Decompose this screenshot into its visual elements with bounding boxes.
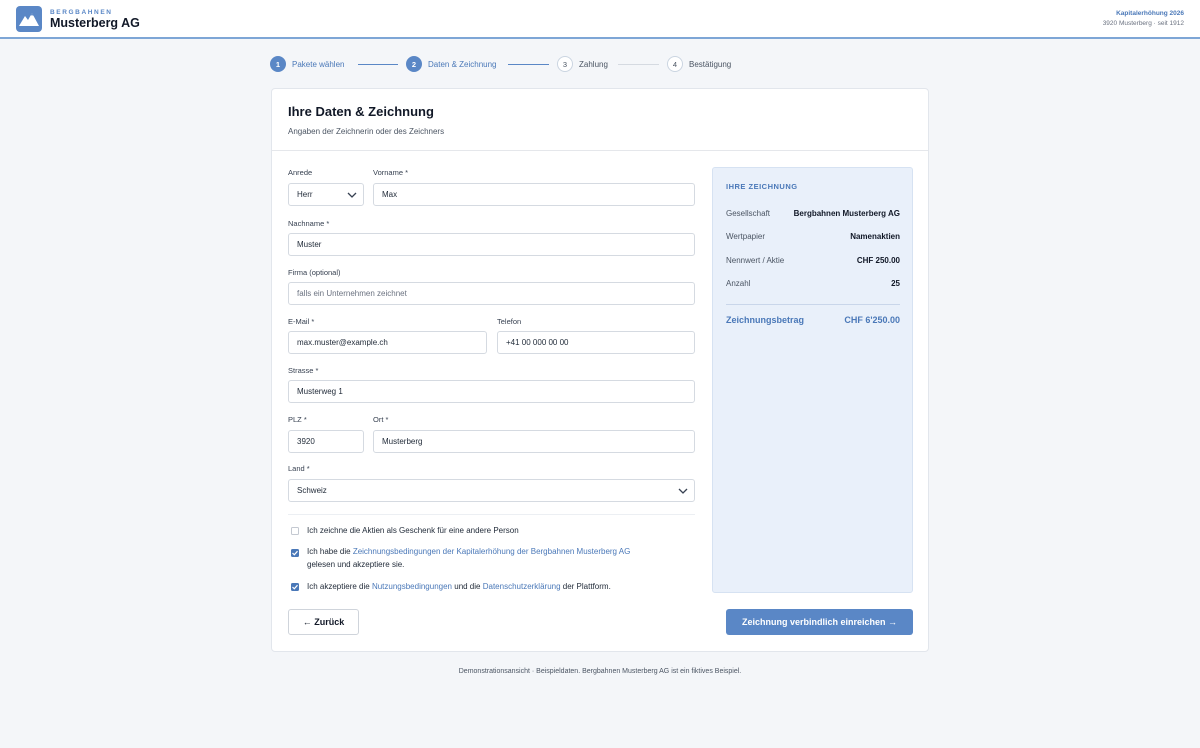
footer-note: Demonstrationsansicht · Beispieldaten. B… — [458, 668, 742, 675]
mountain-logo-icon[interactable] — [16, 6, 42, 32]
summary-value: CHF 250.00 — [856, 256, 900, 265]
privacy-checkbox-label: Ich akzeptiere die Nutzungsbedingungen u… — [307, 581, 697, 594]
step-label: Pakete wählen — [292, 59, 345, 69]
summary-title: IHRE ZEICHNUNG — [726, 182, 798, 191]
campaign-title: Kapitalerhöhung 2026 — [1116, 10, 1184, 17]
privacy-text-post: der Plattform. — [560, 582, 611, 591]
privacy-text-mid: und die — [452, 582, 483, 591]
step-label: Zahlung — [579, 59, 608, 69]
privacy-checkbox[interactable] — [291, 583, 299, 591]
summary-key: Wertpapier — [726, 232, 765, 241]
summary-value: Bergbahnen Musterberg AG — [793, 209, 900, 218]
step-label: Bestätigung — [689, 59, 732, 69]
summary-row: Wertpapier Namenaktien — [726, 232, 900, 244]
header-divider — [272, 150, 928, 151]
summary-panel: IHRE ZEICHNUNG Gesellschaft Bergbahnen M… — [712, 167, 913, 593]
total-label: Zeichnungsbetrag — [726, 315, 805, 325]
ort-label: Ort * — [373, 415, 389, 424]
summary-value: Namenaktien — [850, 232, 900, 241]
terms-link[interactable]: Zeichnungsbedingungen der Kapitalerhöhun… — [353, 547, 631, 556]
firma-label: Firma (optional) — [288, 268, 341, 277]
submit-button[interactable]: Zeichnung verbindlich einreichen → — [726, 609, 913, 635]
form-card: Ihre Daten & Zeichnung Angaben der Zeich… — [271, 88, 929, 652]
summary-row: Gesellschaft Bergbahnen Musterberg AG — [726, 209, 900, 221]
step-number: 4 — [667, 56, 683, 72]
terms-checkbox-label: Ich habe die Zeichnungsbedingungen der K… — [307, 546, 697, 571]
summary-value: 25 — [891, 279, 900, 288]
chevron-down-icon — [678, 488, 688, 494]
brand-small-label: BERGBAHNEN — [50, 9, 113, 16]
land-value: Schweiz — [297, 486, 327, 495]
anrede-value: Herr — [297, 190, 313, 199]
section-divider — [288, 514, 695, 515]
email-input[interactable]: max.muster@example.ch — [288, 331, 487, 354]
step-zahlung: 3 Zahlung — [557, 56, 608, 72]
step-connector — [618, 63, 659, 65]
step-number: 3 — [557, 56, 573, 72]
back-button[interactable]: ← Zurück — [288, 609, 359, 635]
page-title: Ihre Daten & Zeichnung — [288, 104, 434, 119]
step-daten[interactable]: 2 Daten & Zeichnung — [406, 56, 497, 72]
email-label: E-Mail * — [288, 317, 315, 326]
strasse-label: Strasse * — [288, 366, 319, 375]
terms-text-pre: Ich habe die — [307, 547, 353, 556]
gift-checkbox-label: Ich zeichne die Aktien als Geschenk für … — [307, 526, 519, 535]
step-connector — [358, 63, 398, 65]
step-number: 1 — [270, 56, 286, 72]
nachname-input[interactable]: Muster — [288, 233, 695, 256]
vorname-input[interactable]: Max — [373, 183, 695, 206]
page-subtitle: Angaben der Zeichnerin oder des Zeichner… — [288, 127, 445, 136]
terms-text-post: gelesen und akzeptiere sie. — [307, 559, 405, 569]
summary-row: Nennwert / Aktie CHF 250.00 — [726, 256, 900, 268]
telefon-label: Telefon — [497, 317, 522, 326]
top-bar: BERGBAHNEN Musterberg AG Kapitalerhöhung… — [0, 0, 1200, 39]
nachname-label: Nachname * — [288, 219, 330, 228]
summary-key: Nennwert / Aktie — [726, 256, 785, 265]
plz-label: PLZ * — [288, 415, 307, 424]
land-select[interactable]: Schweiz — [288, 479, 695, 502]
company-meta: 3920 Musterberg · seit 1912 — [1102, 20, 1184, 27]
summary-key: Gesellschaft — [726, 209, 771, 218]
anrede-select[interactable]: Herr — [288, 183, 364, 206]
step-connector — [508, 63, 549, 65]
summary-key: Anzahl — [726, 279, 751, 288]
terms-checkbox[interactable] — [291, 549, 299, 557]
ort-input[interactable]: Musterberg — [373, 430, 695, 453]
brand-name[interactable]: Musterberg AG — [50, 16, 140, 30]
firma-input[interactable]: falls ein Unternehmen zeichnet — [288, 282, 695, 305]
gift-checkbox[interactable] — [291, 527, 299, 535]
anrede-label: Anrede — [288, 168, 313, 177]
step-number: 2 — [406, 56, 422, 72]
step-label: Daten & Zeichnung — [428, 59, 497, 69]
summary-row: Anzahl 25 — [726, 279, 900, 291]
check-icon — [292, 550, 298, 556]
land-label: Land * — [288, 464, 310, 473]
summary-total: Zeichnungsbetrag CHF 6'250.00 — [726, 315, 900, 327]
nutzungsbedingungen-link[interactable]: Nutzungsbedingungen — [372, 582, 452, 591]
total-value: CHF 6'250.00 — [844, 315, 900, 325]
privacy-text-pre: Ich akzeptiere die — [307, 582, 372, 591]
step-pakete[interactable]: 1 Pakete wählen — [270, 56, 344, 72]
strasse-input[interactable]: Musterweg 1 — [288, 380, 695, 403]
step-bestaetigung: 4 Bestätigung — [667, 56, 731, 72]
summary-divider — [726, 304, 900, 305]
check-icon — [292, 584, 298, 590]
vorname-label: Vorname * — [373, 168, 409, 177]
progress-stepper: 1 Pakete wählen 2 Daten & Zeichnung 3 Za… — [270, 56, 930, 72]
telefon-input[interactable]: +41 00 000 00 00 — [497, 331, 695, 354]
chevron-down-icon — [347, 192, 357, 198]
datenschutz-link[interactable]: Datenschutzerklärung — [483, 582, 561, 591]
plz-input[interactable]: 3920 — [288, 430, 364, 453]
